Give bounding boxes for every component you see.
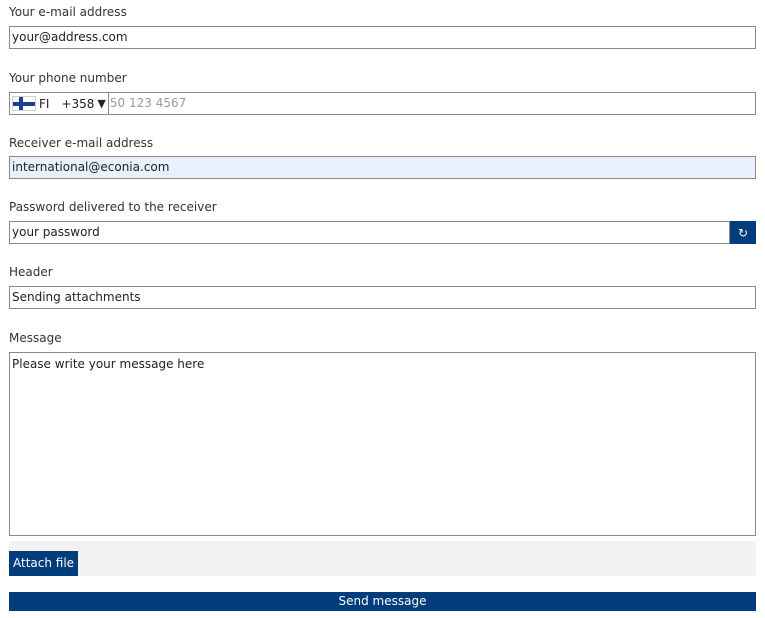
email-field[interactable]: your@address.com (9, 26, 756, 49)
finland-flag-icon (12, 96, 36, 111)
header-field[interactable]: Sending attachments (9, 286, 756, 309)
refresh-icon: ↻ (737, 225, 749, 240)
password-label: Password delivered to the receiver (9, 200, 217, 214)
refresh-password-button[interactable]: ↻ (730, 221, 756, 244)
message-label: Message (9, 331, 62, 345)
send-message-button[interactable]: Send message (9, 592, 756, 611)
country-code: FI (39, 96, 50, 111)
phone-label: Your phone number (9, 71, 127, 85)
attach-file-button[interactable]: Attach file (9, 551, 79, 576)
dial-code: +358 (61, 96, 95, 111)
phone-input[interactable]: 50 123 4567 (109, 93, 755, 114)
password-field[interactable]: your password (9, 221, 730, 244)
phone-field-group: FI +358 ▼ 50 123 4567 (9, 92, 756, 115)
message-textarea[interactable]: Please write your message here (9, 352, 756, 536)
email-label: Your e-mail address (9, 5, 127, 19)
header-label: Header (9, 265, 53, 279)
country-code-select[interactable]: FI +358 ▼ (10, 93, 109, 114)
receiver-label: Receiver e-mail address (9, 136, 154, 150)
receiver-email-field: international@econia.com (9, 156, 756, 179)
chevron-down-icon: ▼ (97, 97, 106, 110)
send-message-form: Your e-mail address your@address.com You… (0, 0, 765, 618)
attachments-area (9, 541, 756, 576)
